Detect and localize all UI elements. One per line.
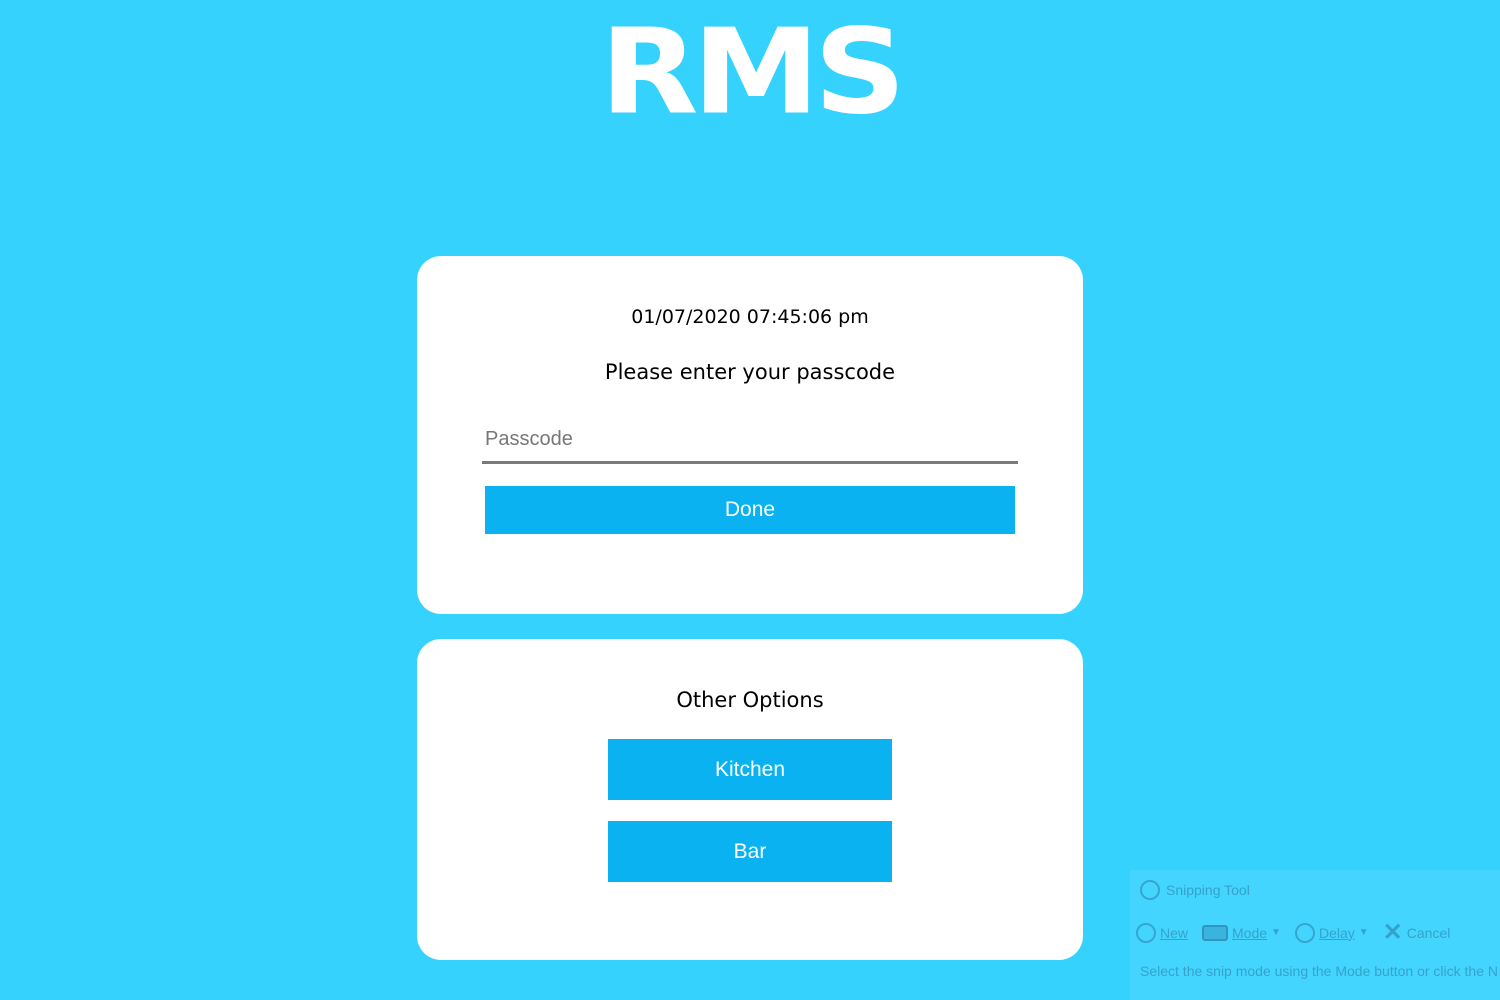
rms-logo: RMS (599, 4, 906, 142)
passcode-prompt: Please enter your passcode (604, 360, 896, 384)
scissors-icon (1140, 880, 1160, 900)
passcode-input[interactable] (482, 418, 1018, 464)
done-button[interactable]: Done (485, 486, 1015, 534)
delay-dropdown-icon: ▼ (1358, 927, 1369, 938)
new-snip-icon (1136, 922, 1156, 943)
login-page: RMS 01/07/2020 07:45:06 pm Please enter … (0, 0, 1500, 1000)
snip-mode-button[interactable]: Mode ▼ (1202, 924, 1281, 941)
snipping-tool-message: Select the snip mode using the Mode butt… (1140, 963, 1500, 979)
mode-icon (1202, 924, 1229, 941)
mode-dropdown-icon: ▼ (1271, 927, 1281, 938)
other-options-title: Other Options (676, 688, 824, 712)
current-datetime: 01/07/2020 07:45:06 pm (631, 306, 869, 328)
snip-mode-label: Mode (1232, 924, 1268, 941)
snipping-tool-window: Snipping Tool New Mode ▼ Delay ▼ ✕ Cance… (1130, 870, 1500, 1000)
snip-new-button[interactable]: New (1136, 922, 1189, 943)
kitchen-button[interactable]: Kitchen (608, 739, 892, 800)
clock-icon (1294, 922, 1315, 943)
snip-new-label: New (1160, 924, 1189, 941)
snipping-tool-titlebar: Snipping Tool (1140, 880, 1250, 900)
snipping-tool-toolbar: New Mode ▼ Delay ▼ ✕ Cancel (1136, 918, 1450, 947)
bar-button[interactable]: Bar (608, 821, 892, 882)
snip-delay-button[interactable]: Delay ▼ (1294, 922, 1369, 943)
snip-cancel-button[interactable]: ✕ Cancel (1383, 918, 1451, 947)
snipping-tool-title: Snipping Tool (1166, 882, 1250, 898)
cancel-x-icon: ✕ (1382, 919, 1403, 946)
snip-delay-label: Delay (1318, 924, 1355, 941)
snip-cancel-label: Cancel (1406, 924, 1451, 941)
